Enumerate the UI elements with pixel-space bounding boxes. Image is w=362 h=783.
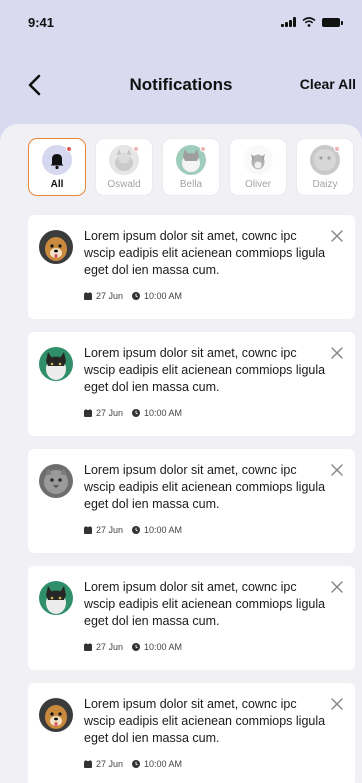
time-item: 10:00 AM bbox=[132, 525, 182, 535]
notification-card[interactable]: Lorem ipsum dolor sit amet, cownc ipc ws… bbox=[28, 566, 355, 670]
notification-text: Lorem ipsum dolor sit amet, cownc ipc ws… bbox=[84, 580, 326, 628]
unread-dot bbox=[334, 146, 340, 152]
clock-icon bbox=[132, 643, 141, 651]
bell-icon bbox=[42, 145, 72, 175]
filter-chip-label: Bella bbox=[179, 179, 203, 190]
pet-avatar bbox=[109, 145, 139, 175]
date-item: 27 Jun bbox=[84, 642, 123, 652]
clock-icon bbox=[132, 409, 141, 417]
time-item: 10:00 AM bbox=[132, 291, 182, 301]
close-icon[interactable] bbox=[330, 229, 344, 243]
dog-avatar bbox=[39, 230, 73, 264]
notification-text: Lorem ipsum dolor sit amet, cownc ipc ws… bbox=[84, 697, 326, 745]
filter-chip-daizy[interactable]: Daizy bbox=[296, 138, 354, 196]
close-icon[interactable] bbox=[330, 463, 344, 477]
calendar-icon bbox=[84, 409, 92, 417]
notification-time: 10:00 AM bbox=[144, 642, 183, 652]
pet-avatar bbox=[176, 145, 206, 175]
clock-icon bbox=[132, 292, 141, 300]
unread-dot bbox=[200, 146, 206, 152]
notification-card[interactable]: Lorem ipsum dolor sit amet, cownc ipc ws… bbox=[28, 215, 355, 319]
cat-avatar bbox=[39, 347, 73, 381]
header: Notifications Clear All bbox=[0, 62, 362, 108]
status-icons bbox=[281, 17, 343, 27]
notification-time: 10:00 AM bbox=[144, 759, 183, 769]
pet-filter-bar: All Oswald Bella Oliver Daizy bbox=[28, 138, 362, 198]
clear-all-button[interactable]: Clear All bbox=[300, 76, 356, 92]
notification-meta: 27 Jun 10:00 AM bbox=[84, 642, 191, 652]
notification-card[interactable]: Lorem ipsum dolor sit amet, cownc ipc ws… bbox=[28, 449, 355, 553]
calendar-icon bbox=[84, 643, 92, 651]
notification-time: 10:00 AM bbox=[144, 525, 183, 535]
notification-time: 10:00 AM bbox=[144, 291, 183, 301]
filter-chip-bella[interactable]: Bella bbox=[162, 138, 220, 196]
close-icon[interactable] bbox=[330, 697, 344, 711]
date-item: 27 Jun bbox=[84, 408, 123, 418]
cat-avatar bbox=[39, 581, 73, 615]
filter-chip-label: All bbox=[50, 179, 64, 190]
notification-date: 27 Jun bbox=[96, 525, 124, 535]
filter-chip-oswald[interactable]: Oswald bbox=[95, 138, 153, 196]
clock-icon bbox=[132, 760, 141, 768]
notification-date: 27 Jun bbox=[96, 408, 124, 418]
notification-meta: 27 Jun 10:00 AM bbox=[84, 759, 191, 769]
close-icon[interactable] bbox=[330, 346, 344, 360]
calendar-icon bbox=[84, 760, 92, 768]
unread-dot bbox=[66, 146, 72, 152]
notification-date: 27 Jun bbox=[96, 759, 124, 769]
filter-chip-oliver[interactable]: Oliver bbox=[229, 138, 287, 196]
notification-text: Lorem ipsum dolor sit amet, cownc ipc ws… bbox=[84, 463, 326, 511]
calendar-icon bbox=[84, 292, 92, 300]
signal-icon bbox=[281, 17, 296, 27]
time-item: 10:00 AM bbox=[132, 408, 182, 418]
dog-avatar bbox=[39, 698, 73, 732]
pet-avatar bbox=[310, 145, 340, 175]
notification-date: 27 Jun bbox=[96, 291, 124, 301]
wifi-icon bbox=[302, 17, 316, 27]
notification-text: Lorem ipsum dolor sit amet, cownc ipc ws… bbox=[84, 346, 326, 394]
status-bar: 9:41 bbox=[0, 0, 362, 44]
notification-card[interactable]: Lorem ipsum dolor sit amet, cownc ipc ws… bbox=[28, 683, 355, 783]
status-time: 9:41 bbox=[28, 14, 55, 30]
calendar-icon bbox=[84, 526, 92, 534]
date-item: 27 Jun bbox=[84, 525, 123, 535]
notification-time: 10:00 AM bbox=[144, 408, 183, 418]
filter-chip-all[interactable]: All bbox=[28, 138, 86, 196]
time-item: 10:00 AM bbox=[132, 759, 182, 769]
notification-text: Lorem ipsum dolor sit amet, cownc ipc ws… bbox=[84, 229, 326, 277]
pet-avatar bbox=[243, 145, 273, 175]
filter-chip-label: Oliver bbox=[244, 179, 272, 190]
battery-icon bbox=[322, 17, 343, 27]
filter-chip-label: Oswald bbox=[107, 179, 141, 190]
date-item: 27 Jun bbox=[84, 759, 123, 769]
content-sheet: All Oswald Bella Oliver Daizy Lorem ipsu… bbox=[0, 124, 362, 783]
date-item: 27 Jun bbox=[84, 291, 123, 301]
notification-meta: 27 Jun 10:00 AM bbox=[84, 525, 191, 535]
close-icon[interactable] bbox=[330, 580, 344, 594]
notification-meta: 27 Jun 10:00 AM bbox=[84, 408, 191, 418]
cat-avatar-grey bbox=[39, 464, 73, 498]
notification-meta: 27 Jun 10:00 AM bbox=[84, 291, 191, 301]
notification-date: 27 Jun bbox=[96, 642, 124, 652]
notification-list: Lorem ipsum dolor sit amet, cownc ipc ws… bbox=[28, 215, 355, 783]
notification-card[interactable]: Lorem ipsum dolor sit amet, cownc ipc ws… bbox=[28, 332, 355, 436]
filter-chip-label: Daizy bbox=[312, 179, 338, 190]
unread-dot bbox=[133, 146, 139, 152]
clock-icon bbox=[132, 526, 141, 534]
time-item: 10:00 AM bbox=[132, 642, 182, 652]
